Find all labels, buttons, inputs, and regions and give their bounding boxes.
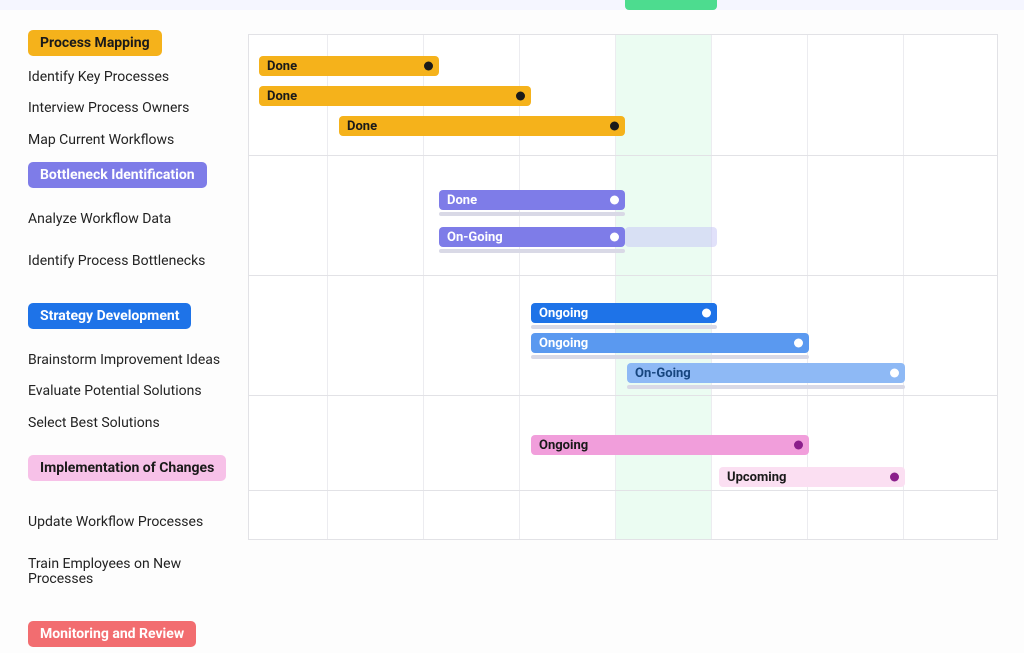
- grid-column: [903, 35, 904, 539]
- gantt-bar-status: Done: [347, 119, 377, 134]
- task-label[interactable]: Map Current Workflows: [28, 125, 248, 156]
- task-label[interactable]: Evaluate Potential Solutions: [28, 376, 248, 407]
- gantt-bar[interactable]: Done: [439, 190, 625, 210]
- grid-row-separator: [249, 395, 997, 396]
- group-header-process-mapping[interactable]: Process Mapping: [28, 30, 162, 56]
- grid-column: [615, 35, 616, 539]
- task-label[interactable]: Train Employees on New Processes: [28, 549, 248, 596]
- group-header-monitoring[interactable]: Monitoring and Review: [28, 621, 196, 647]
- task-label[interactable]: Select Best Solutions: [28, 408, 248, 439]
- gantt-bar-baseline: [627, 385, 905, 389]
- gantt-bar[interactable]: Ongoing: [531, 435, 809, 455]
- group-header-implementation[interactable]: Implementation of Changes: [28, 455, 226, 481]
- task-sidebar: Process Mapping Identify Key Processes I…: [0, 20, 248, 540]
- gantt-chart[interactable]: Done Done Done Done On-Going Ongoing Ongoing On…: [248, 34, 998, 540]
- grid-column: [423, 35, 424, 539]
- circle-icon: [610, 233, 619, 242]
- gantt-bar-status: Done: [447, 193, 477, 208]
- grid-row-separator: [249, 275, 997, 276]
- gantt-bar-baseline: [439, 249, 625, 253]
- main-container: Process Mapping Identify Key Processes I…: [0, 20, 1024, 540]
- gantt-bar-status: Ongoing: [539, 306, 588, 321]
- grid-row-separator: [249, 490, 997, 491]
- group-header-bottleneck[interactable]: Bottleneck Identification: [28, 162, 207, 188]
- gantt-bar[interactable]: Upcoming: [719, 467, 905, 487]
- gantt-bar-status: On-Going: [447, 230, 503, 245]
- circle-icon: [516, 92, 525, 101]
- gantt-bar-status: On-Going: [635, 366, 691, 381]
- today-column: [615, 35, 711, 539]
- grid-row-separator: [249, 155, 997, 156]
- gantt-bar-baseline: [531, 355, 809, 359]
- task-label[interactable]: Analyze Workflow Data: [28, 204, 248, 235]
- gantt-bar-baseline: [439, 212, 625, 216]
- gantt-bar[interactable]: On-Going: [627, 363, 905, 383]
- gantt-bar-status: Done: [267, 59, 297, 74]
- gantt-bar-baseline: [531, 325, 717, 329]
- circle-icon: [794, 339, 803, 348]
- gantt-bar-status: Ongoing: [539, 438, 588, 453]
- gantt-bar[interactable]: On-Going: [439, 227, 625, 247]
- header-strip: [0, 0, 1024, 10]
- gantt-bar[interactable]: Ongoing: [531, 333, 809, 353]
- circle-icon: [890, 369, 899, 378]
- grid-column: [327, 35, 328, 539]
- circle-icon: [424, 62, 433, 71]
- gantt-bar[interactable]: Ongoing: [531, 303, 717, 323]
- task-label[interactable]: Update Workflow Processes: [28, 507, 248, 538]
- circle-icon: [890, 473, 899, 482]
- grid-column: [807, 35, 808, 539]
- gantt-bar-status: Done: [267, 89, 297, 104]
- circle-icon: [610, 122, 619, 131]
- circle-icon: [794, 441, 803, 450]
- circle-icon: [610, 196, 619, 205]
- gantt-bar-extension: [625, 227, 717, 247]
- group-header-strategy[interactable]: Strategy Development: [28, 303, 191, 329]
- grid-column: [711, 35, 712, 539]
- grid-column: [519, 35, 520, 539]
- gantt-bar-status: Ongoing: [539, 336, 588, 351]
- circle-icon: [702, 309, 711, 318]
- gantt-bar[interactable]: Done: [339, 116, 625, 136]
- task-label[interactable]: Identify Process Bottlenecks: [28, 246, 248, 277]
- task-label[interactable]: Identify Key Processes: [28, 62, 248, 93]
- task-label[interactable]: Brainstorm Improvement Ideas: [28, 345, 248, 376]
- gantt-bar[interactable]: Done: [259, 86, 531, 106]
- gantt-bar[interactable]: Done: [259, 56, 439, 76]
- task-label[interactable]: Interview Process Owners: [28, 93, 248, 124]
- today-marker-top: [625, 0, 717, 10]
- gantt-bar-status: Upcoming: [727, 470, 786, 485]
